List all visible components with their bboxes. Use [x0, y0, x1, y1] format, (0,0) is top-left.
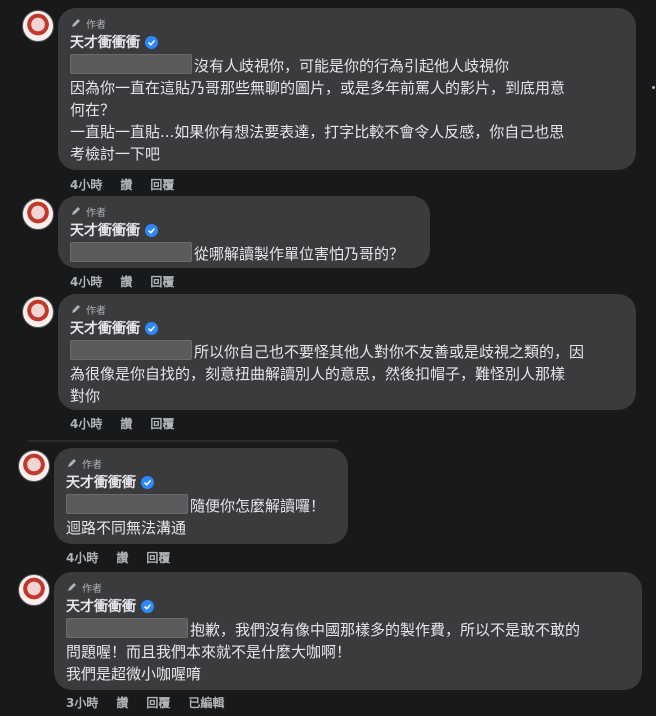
comment-bubble: 作者 天才衝衝衝 抱歉，我們沒有像中國那樣多的製作費，所以不是敢不敢的 問題喔！… — [54, 572, 642, 690]
reply-button[interactable]: 回覆 — [146, 549, 170, 566]
comment-text: 從哪解讀製作單位害怕乃哥的？ — [70, 242, 418, 265]
author-badge-label: 作者 — [82, 459, 102, 471]
reply-button[interactable]: 回覆 — [146, 694, 170, 711]
comment-actions: 4小時 讚 回覆 — [70, 176, 174, 193]
like-button[interactable]: 讚 — [120, 415, 132, 432]
mention-redacted[interactable] — [70, 340, 192, 360]
verified-icon — [145, 223, 158, 237]
verified-icon — [141, 475, 154, 489]
timestamp[interactable]: 4小時 — [70, 415, 102, 432]
pencil-icon — [68, 459, 76, 467]
divider — [28, 440, 338, 442]
author-badge-label: 作者 — [86, 207, 106, 219]
author-badge: 作者 — [70, 302, 624, 317]
reply-button[interactable]: 回覆 — [150, 176, 174, 193]
author-name[interactable]: 天才衝衝衝 — [66, 596, 136, 616]
author-badge: 作者 — [66, 456, 336, 471]
timestamp[interactable]: 3小時 — [66, 694, 98, 711]
pencil-icon — [72, 305, 80, 313]
comment-actions: 4小時 讚 回覆 — [70, 415, 174, 432]
comment-text: 沒有人歧視你，可能是你的行為引起他人歧視你 因為你一直在這貼乃哥那些無聊的圖片，… — [70, 54, 624, 165]
verified-icon — [145, 35, 158, 49]
mention-redacted[interactable] — [70, 242, 192, 262]
comment-actions: 3小時 讚 回覆 已編輯 — [66, 694, 224, 711]
edited-label: 已編輯 — [188, 696, 225, 710]
author-name[interactable]: 天才衝衝衝 — [70, 220, 140, 240]
mention-redacted[interactable] — [66, 618, 188, 638]
reply-button[interactable]: 回覆 — [150, 273, 174, 290]
comment-bubble: 作者 天才衝衝衝 沒有人歧視你，可能是你的行為引起他人歧視你 因為你一直在這貼乃… — [58, 8, 636, 170]
comment-text: 隨便你怎麼解讀囉！ 迴路不同無法溝通 — [66, 494, 336, 539]
avatar[interactable] — [22, 198, 54, 230]
pencil-icon — [72, 19, 80, 27]
comment-bubble: 作者 天才衝衝衝 從哪解讀製作單位害怕乃哥的？ — [58, 196, 430, 268]
comment-bubble: 作者 天才衝衝衝 隨便你怎麼解讀囉！ 迴路不同無法溝通 — [54, 448, 348, 544]
avatar[interactable] — [22, 296, 54, 328]
author-badge: 作者 — [70, 204, 418, 219]
author-badge: 作者 — [66, 580, 630, 595]
comment-text: 抱歉，我們沒有像中國那樣多的製作費，所以不是敢不敢的 問題喔！而且我們本來就不是… — [66, 618, 630, 685]
verified-icon — [141, 599, 154, 613]
like-button[interactable]: 讚 — [116, 694, 128, 711]
comment-actions: 4小時 讚 回覆 — [66, 549, 170, 566]
author-badge-label: 作者 — [82, 583, 102, 595]
comment-text: 所以你自己也不要怪其他人對你不友善或是歧視之類的，因 為很像是你自找的，刻意扭曲… — [70, 340, 624, 407]
mention-redacted[interactable] — [66, 494, 188, 514]
more-dot — [652, 86, 655, 89]
comment-bubble: 作者 天才衝衝衝 所以你自己也不要怪其他人對你不友善或是歧視之類的，因 為很像是… — [58, 294, 636, 410]
author-badge: 作者 — [70, 16, 624, 31]
avatar[interactable] — [18, 574, 50, 606]
comment-actions: 4小時 讚 回覆 — [70, 273, 174, 290]
timestamp[interactable]: 4小時 — [66, 549, 98, 566]
author-badge-label: 作者 — [86, 19, 106, 31]
timestamp[interactable]: 4小時 — [70, 273, 102, 290]
timestamp[interactable]: 4小時 — [70, 176, 102, 193]
verified-icon — [145, 321, 158, 335]
like-button[interactable]: 讚 — [120, 273, 132, 290]
mention-redacted[interactable] — [70, 54, 192, 74]
author-badge-label: 作者 — [86, 305, 106, 317]
like-button[interactable]: 讚 — [116, 549, 128, 566]
like-button[interactable]: 讚 — [120, 176, 132, 193]
avatar[interactable] — [18, 450, 50, 482]
reply-button[interactable]: 回覆 — [150, 415, 174, 432]
pencil-icon — [68, 583, 76, 591]
avatar[interactable] — [22, 10, 54, 42]
author-name[interactable]: 天才衝衝衝 — [66, 472, 136, 492]
author-name[interactable]: 天才衝衝衝 — [70, 318, 140, 338]
pencil-icon — [72, 207, 80, 215]
author-name[interactable]: 天才衝衝衝 — [70, 32, 140, 52]
